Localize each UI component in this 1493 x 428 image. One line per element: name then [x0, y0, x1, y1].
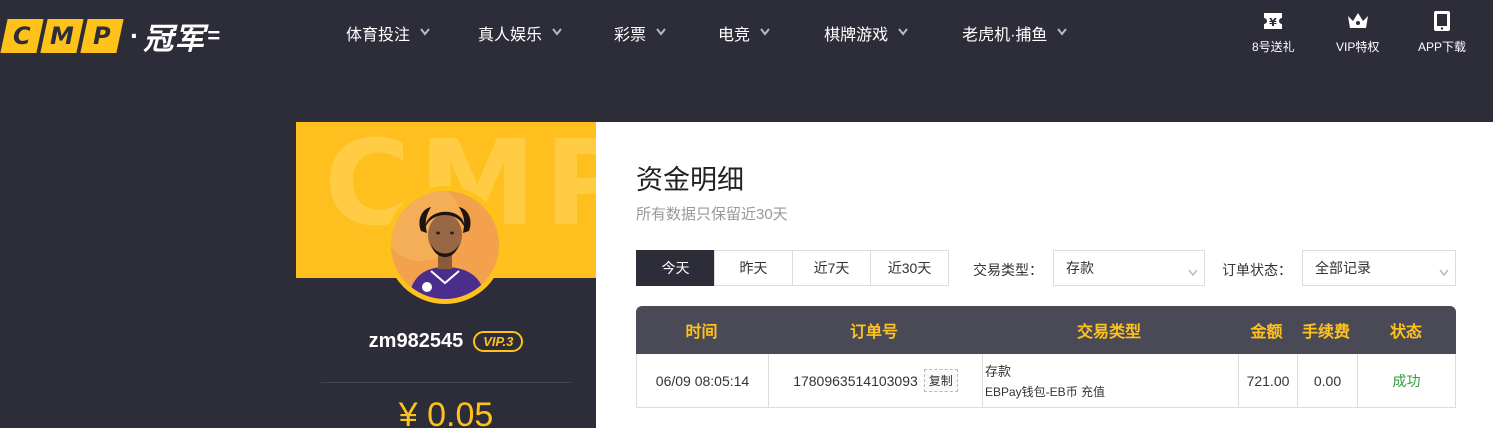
- nav-item-lottery[interactable]: 彩票: [614, 21, 666, 45]
- chevron-down-icon: [1057, 28, 1068, 38]
- day-range-tabs: 今天 昨天 近7天 近30天: [636, 250, 949, 286]
- transaction-type-main: 存款: [985, 364, 1012, 379]
- transactions-table: 时间 订单号 交易类型 金额 手续费 状态 06/09 08:05:14 178…: [636, 306, 1456, 408]
- nav-item-slots-fishing[interactable]: 老虎机·捕鱼: [962, 21, 1068, 45]
- nav-item-label: 真人娱乐: [478, 27, 543, 44]
- transaction-type-detail: EBPay钱包-EB币 充值: [985, 385, 1106, 399]
- chevron-down-icon: [760, 28, 770, 38]
- chevron-down-icon: [1188, 264, 1198, 280]
- phone-icon: [1433, 10, 1451, 38]
- cmp-logo[interactable]: C M P · 冠军 =: [0, 14, 221, 58]
- cell-order-number: 1780963514103093 复制: [768, 354, 982, 407]
- tool-label: APP下载: [1418, 40, 1467, 54]
- transaction-type-select[interactable]: 存款: [1053, 250, 1205, 286]
- order-status-value: 全部记录: [1315, 260, 1371, 276]
- profile-card: CMP zm982545 VIP.3 ¥ 0.05: [296, 122, 596, 428]
- profile-divider: [321, 382, 571, 383]
- logo-tail-mark: =: [207, 23, 221, 48]
- tab-today[interactable]: 今天: [636, 250, 715, 286]
- column-header: 手续费: [1301, 324, 1350, 341]
- chevron-down-icon: [898, 28, 908, 38]
- table-row: 06/09 08:05:14 1780963514103093 复制 存款 EB…: [636, 354, 1456, 408]
- logo-letter: M: [50, 22, 74, 50]
- top-header: C M P · 冠军 = 体育投注 真人娱乐 彩票 电竞 棋牌游戏 老虎机·捕鱼: [0, 0, 1493, 66]
- page-title: 资金明细: [636, 165, 744, 195]
- logo-letter-box: C: [0, 19, 44, 53]
- table-header: 时间 订单号 交易类型 金额 手续费 状态: [636, 306, 1456, 354]
- chevron-down-icon: [420, 28, 430, 38]
- tool-gift[interactable]: ¥ 8号送礼: [1252, 10, 1295, 60]
- tool-label: 8号送礼: [1252, 40, 1295, 54]
- cell-transaction-type: 存款 EBPay钱包-EB币 充值: [982, 354, 1238, 407]
- avatar-image: [391, 191, 499, 299]
- svg-text:¥: ¥: [1270, 16, 1278, 29]
- logo-letter-box: M: [40, 19, 84, 53]
- cell-amount: 721.00: [1238, 354, 1297, 407]
- tool-app-download[interactable]: APP下载: [1418, 10, 1466, 60]
- chevron-down-icon: [656, 28, 666, 38]
- transaction-type-value: 存款: [1066, 260, 1094, 276]
- logo-letter: P: [93, 22, 111, 50]
- username: zm982545: [368, 330, 464, 352]
- crown-icon: [1346, 10, 1370, 38]
- nav-item-label: 体育投注: [346, 27, 411, 44]
- tab-yesterday[interactable]: 昨天: [714, 250, 793, 286]
- order-number: 1780963514103093: [793, 372, 918, 389]
- cell-fee: 0.00: [1297, 354, 1357, 407]
- logo-brand-text: 冠军: [143, 23, 206, 56]
- nav-item-label: 老虎机·捕鱼: [962, 27, 1048, 44]
- column-header: 订单号: [849, 324, 898, 341]
- page-subtitle: 所有数据只保留近30天: [636, 206, 788, 223]
- tool-label: VIP特权: [1336, 40, 1380, 54]
- column-header: 交易类型: [1076, 324, 1141, 341]
- tab-last-7-days[interactable]: 近7天: [792, 250, 871, 286]
- nav-item-sports[interactable]: 体育投注: [346, 21, 430, 45]
- transaction-type-label: 交易类型：: [973, 262, 1043, 278]
- column-header: 金额: [1250, 324, 1283, 341]
- chevron-down-icon: [1439, 264, 1449, 280]
- cell-status: 成功: [1357, 354, 1455, 407]
- balance-amount: ¥ 0.05: [398, 396, 494, 428]
- logo-letter: C: [13, 22, 31, 50]
- ticket-yen-icon: ¥: [1262, 10, 1284, 38]
- nav-item-card-games[interactable]: 棋牌游戏: [824, 21, 908, 45]
- logo-dot: ·: [130, 20, 140, 51]
- tab-last-30-days[interactable]: 近30天: [870, 250, 949, 286]
- order-status-select[interactable]: 全部记录: [1302, 250, 1456, 286]
- nav-item-live-casino[interactable]: 真人娱乐: [478, 21, 562, 45]
- main-nav: 体育投注 真人娱乐 彩票 电竞 棋牌游戏 老虎机·捕鱼: [346, 0, 1068, 66]
- column-header: 状态: [1389, 324, 1422, 341]
- copy-button[interactable]: 复制: [923, 369, 958, 392]
- cell-time: 06/09 08:05:14: [655, 372, 750, 389]
- nav-item-label: 彩票: [614, 27, 647, 44]
- chevron-down-icon: [552, 28, 562, 38]
- avatar[interactable]: [386, 186, 504, 304]
- username-row: zm982545 VIP.3: [296, 330, 596, 353]
- tool-vip[interactable]: VIP特权: [1336, 10, 1379, 60]
- nav-item-esports[interactable]: 电竞: [718, 21, 770, 45]
- order-status-label: 订单状态：: [1222, 262, 1292, 278]
- fund-details-panel: 资金明细 所有数据只保留近30天 今天 昨天 近7天 近30天 交易类型： 存款…: [596, 122, 1493, 428]
- logo-letter-box: P: [80, 19, 124, 53]
- vip-badge[interactable]: VIP.3: [473, 331, 524, 352]
- nav-item-label: 电竞: [718, 27, 751, 44]
- column-header: 时间: [685, 324, 718, 341]
- nav-item-label: 棋牌游戏: [824, 27, 889, 44]
